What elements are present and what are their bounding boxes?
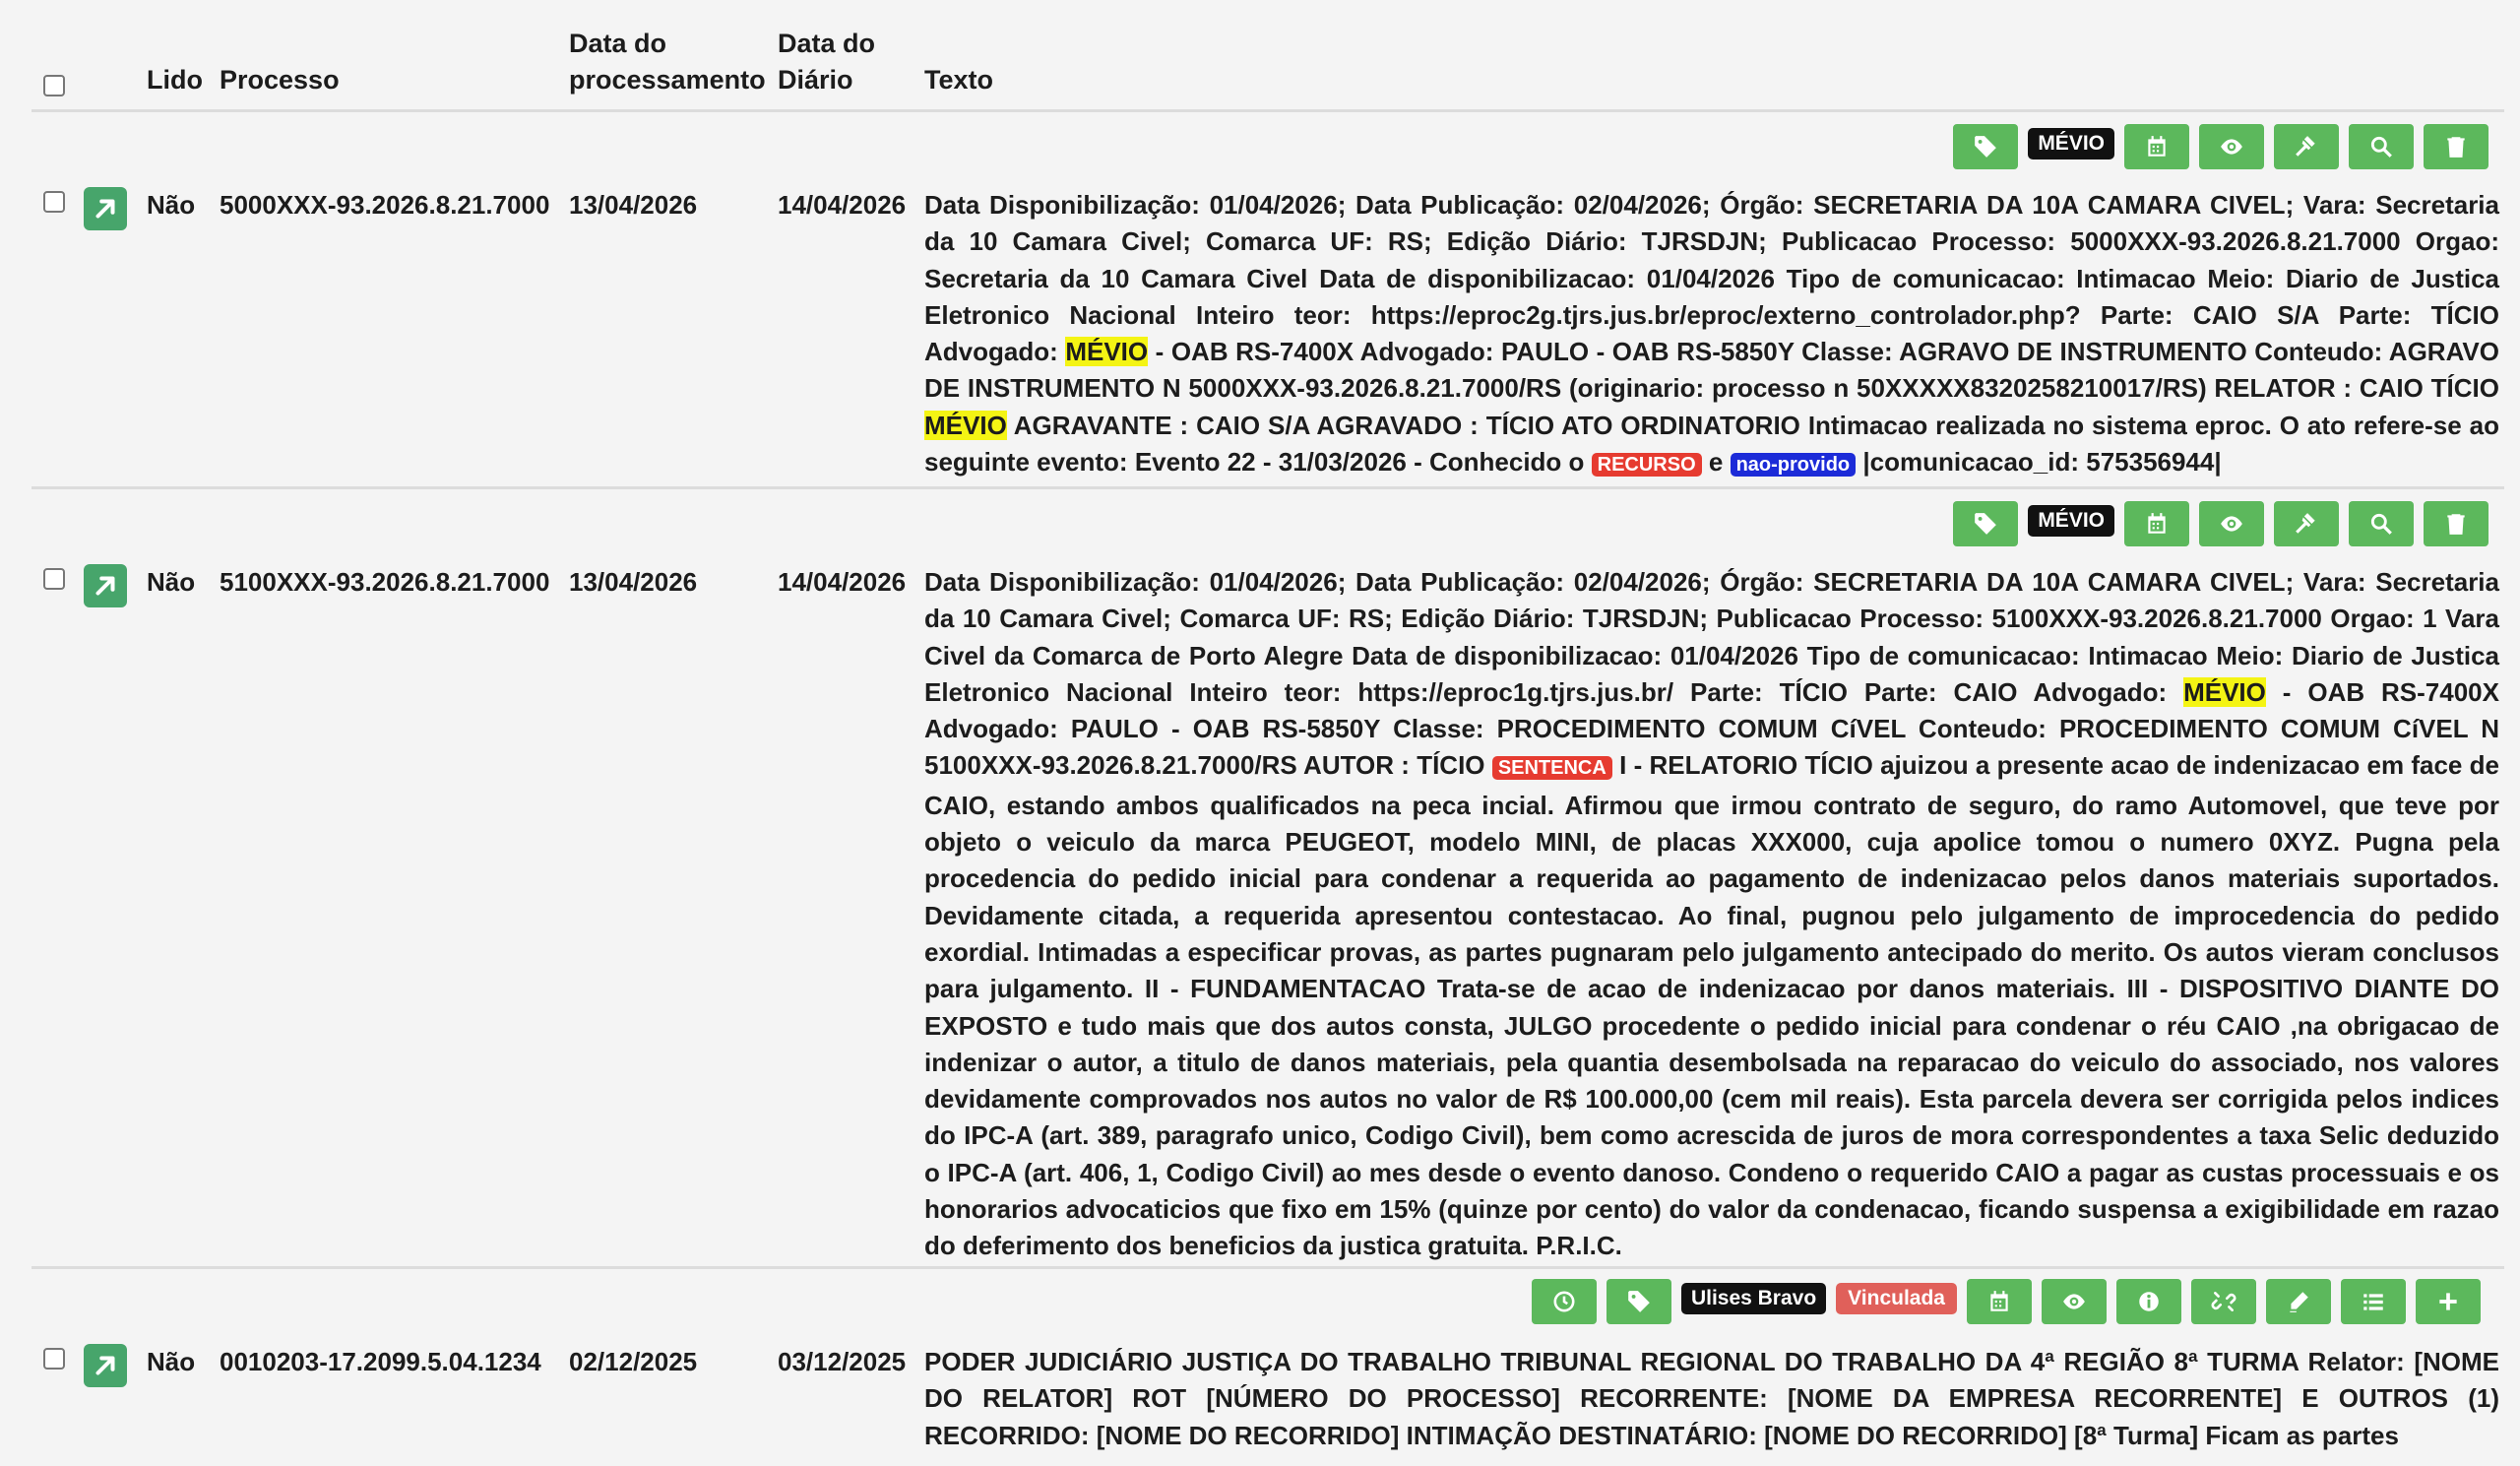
col-processo: Processo [220,65,340,95]
data-processamento-value: 13/04/2026 [569,190,698,220]
gavel-button[interactable] [2274,124,2339,169]
highlight-term: MÉVIO [924,410,1007,440]
add-button[interactable] [2416,1279,2481,1324]
processo-link[interactable]: 5100XXX-93.2026.8.21.7000 [220,564,549,601]
col-lido: Lido [147,65,203,95]
eye-icon [2221,516,2242,532]
lido-value: Não [147,190,196,220]
eye-icon [2221,139,2242,155]
list-icon [2363,1294,2383,1310]
view-button[interactable] [2199,501,2264,546]
row-toolbar: MÉVIO [1953,501,2488,546]
calendar-button[interactable] [2124,501,2189,546]
processo-link[interactable]: 0010203-17.2099.5.04.1234 [220,1344,541,1380]
unlink-icon [2211,1292,2236,1311]
calendar-icon [2148,136,2166,157]
arrow-up-right-icon [95,576,115,596]
delete-button[interactable] [2424,501,2488,546]
gavel-button[interactable] [2274,501,2339,546]
trash-icon [2447,514,2465,535]
row-toolbar: Ulises Bravo Vinculada [1531,1279,2481,1324]
list-button[interactable] [2341,1279,2406,1324]
data-processamento-value: 02/12/2025 [569,1347,698,1376]
table-row: MÉVIO Não 5000XXX-93.2026.8.21.7000 13/0… [32,112,2504,489]
col-data-processamento: Data do processamento [569,29,766,95]
select-all-checkbox[interactable] [43,75,65,96]
arrow-up-right-icon [95,199,115,219]
row-checkbox[interactable] [43,1348,65,1370]
table-row: Ulises Bravo Vinculada Não 0010203-17.20… [32,1269,2504,1466]
clock-icon [1553,1291,1575,1312]
view-button[interactable] [2199,124,2264,169]
row-checkbox[interactable] [43,191,65,213]
status-badge: Vinculada [1836,1283,1957,1314]
row-checkbox[interactable] [43,568,65,590]
texto-content: Data Disponibilização: 01/04/2026; Data … [924,190,2499,478]
calendar-button[interactable] [2124,124,2189,169]
plus-icon [2439,1293,2457,1310]
texto-content: Data Disponibilização: 01/04/2026; Data … [924,567,2500,1261]
table-row: MÉVIO Não 5100XXX-93.2026.8.21.7000 13/0… [32,489,2504,1269]
delete-button[interactable] [2424,124,2488,169]
user-tag: Ulises Bravo [1680,1283,1827,1314]
trash-icon [2447,137,2465,158]
table-header: Lido Processo Data do processamento Data… [32,0,2504,112]
badge-recurso: RECURSO [1591,453,1702,478]
processo-link[interactable]: 5000XXX-93.2026.8.21.7000 [220,187,549,223]
tag-icon [1975,513,1997,535]
calendar-button[interactable] [1967,1279,2032,1324]
history-button[interactable] [1531,1279,1597,1324]
open-process-button[interactable] [84,187,127,230]
badge-nao-provido: nao-provido [1730,453,1857,478]
data-diario-value: 03/12/2025 [778,1347,907,1376]
search-icon [2370,513,2392,535]
edit-button[interactable] [2266,1279,2331,1324]
gavel-icon [2296,513,2315,534]
lido-value: Não [147,1347,196,1376]
user-tag: MÉVIO [2028,505,2114,537]
search-button[interactable] [2349,501,2414,546]
tag-button[interactable] [1953,124,2019,169]
tag-button[interactable] [1953,501,2019,546]
badge-sentenca: SENTENCA [1491,756,1612,781]
view-button[interactable] [2042,1279,2107,1324]
info-button[interactable] [2116,1279,2181,1324]
row-toolbar: MÉVIO [1953,124,2488,169]
highlight-term: MÉVIO [2183,676,2266,707]
unlink-button[interactable] [2191,1279,2256,1324]
texto-content: PODER JUDICIÁRIO JUSTIÇA DO TRABALHO TRI… [924,1347,2499,1450]
pencil-icon [2290,1292,2308,1312]
highlight-term: MÉVIO [1065,337,1149,367]
user-tag: MÉVIO [2028,128,2114,159]
calendar-icon [2148,513,2166,534]
info-icon [2139,1292,2159,1311]
tag-icon [1628,1291,1650,1312]
col-data-diario: Data do Diário [778,29,876,95]
gavel-icon [2296,136,2315,157]
data-processamento-value: 13/04/2026 [569,567,698,597]
open-process-button[interactable] [84,1344,127,1387]
tag-icon [1975,136,1997,158]
col-texto: Texto [924,65,994,95]
publications-table: Lido Processo Data do processamento Data… [32,0,2504,1450]
calendar-icon [1990,1291,2008,1311]
open-process-button[interactable] [84,564,127,607]
lido-value: Não [147,567,196,597]
eye-icon [2063,1294,2085,1309]
tag-button[interactable] [1606,1279,1671,1324]
data-diario-value: 14/04/2026 [778,567,907,597]
arrow-up-right-icon [95,1356,115,1375]
search-icon [2370,136,2392,158]
data-diario-value: 14/04/2026 [778,190,907,220]
search-button[interactable] [2349,124,2414,169]
